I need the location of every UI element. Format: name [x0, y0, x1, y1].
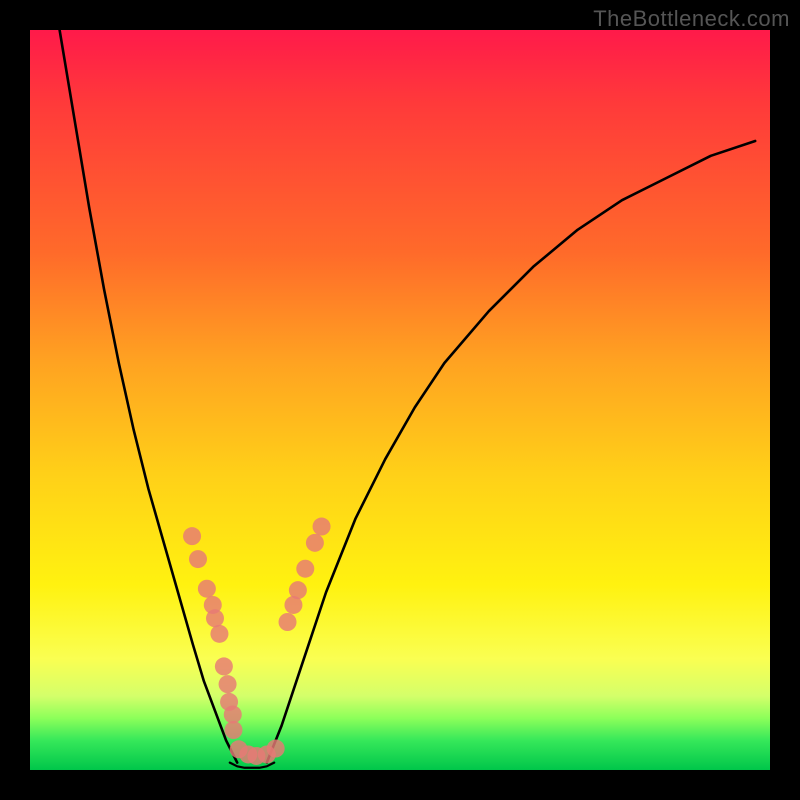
data-marker [224, 706, 242, 724]
data-marker [219, 675, 237, 693]
chart-frame: TheBottleneck.com [0, 0, 800, 800]
data-marker [267, 740, 285, 758]
markers-right [279, 518, 331, 631]
data-marker [210, 625, 228, 643]
curve-lines [60, 30, 756, 768]
data-marker [296, 560, 314, 578]
series-left-branch [60, 30, 238, 763]
watermark-text: TheBottleneck.com [593, 6, 790, 32]
curve-svg [30, 30, 770, 770]
data-marker [306, 534, 324, 552]
data-marker [215, 657, 233, 675]
data-marker [189, 550, 207, 568]
data-marker [279, 613, 297, 631]
data-marker [313, 518, 331, 536]
data-marker [183, 527, 201, 545]
series-right-branch [267, 141, 755, 763]
data-marker [225, 721, 243, 739]
plot-area [30, 30, 770, 770]
data-marker [198, 580, 216, 598]
data-marker [206, 609, 224, 627]
data-marker [289, 581, 307, 599]
markers-valley [230, 740, 285, 765]
